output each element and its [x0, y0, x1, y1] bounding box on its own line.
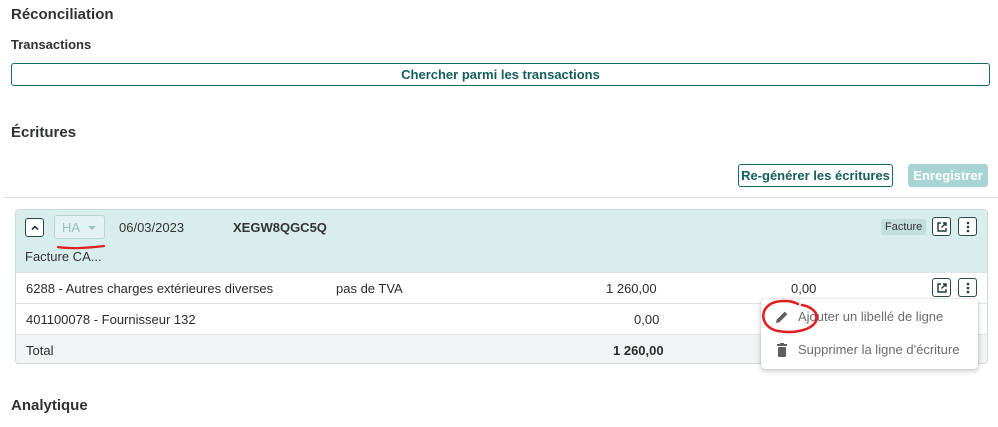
menu-item-delete-line[interactable]: Supprimer la ligne d'écriture — [761, 333, 978, 367]
line-account: 401100078 - Fournisseur 132 — [26, 312, 196, 327]
line-open-button[interactable] — [932, 278, 951, 297]
chevron-up-icon — [30, 224, 39, 230]
page-title: Réconciliation — [11, 6, 114, 23]
entry-label: Facture CA... — [25, 249, 102, 264]
total-debit: 1 260,00 — [613, 343, 664, 358]
entry-reference: XEGW8QGC5Q — [233, 220, 327, 235]
save-button[interactable]: Enregistrer — [908, 164, 988, 187]
external-link-icon — [936, 221, 947, 232]
line-credit: 0,00 — [791, 281, 817, 296]
line-debit: 0,00 — [634, 312, 660, 327]
line-debit: 1 260,00 — [606, 281, 657, 296]
trash-icon — [777, 343, 787, 357]
entry-header: HA 06/03/2023 XEGW8QGC5Q Facture CA... F… — [16, 210, 987, 272]
entry-more-button[interactable] — [958, 217, 977, 236]
line-vat: pas de TVA — [336, 281, 403, 296]
entries-title: Écritures — [11, 124, 77, 141]
line-account: 6288 - Autres charges extérieures divers… — [26, 281, 274, 296]
line-more-button[interactable] — [958, 278, 977, 297]
journal-value: HA — [62, 219, 81, 235]
divider — [4, 197, 998, 198]
collapse-button[interactable] — [25, 218, 44, 237]
total-label: Total — [26, 343, 54, 358]
regenerate-entries-button[interactable]: Re-générer les écritures — [738, 164, 893, 187]
more-vertical-icon — [966, 221, 969, 232]
external-link-icon — [936, 282, 947, 293]
chevron-down-icon — [88, 226, 96, 230]
more-vertical-icon — [966, 282, 969, 293]
red-circle-annotation — [762, 299, 819, 334]
transactions-label: Transactions — [11, 37, 92, 52]
open-external-button[interactable] — [932, 217, 951, 236]
search-transactions-button[interactable]: Chercher parmi les transactions — [11, 63, 990, 86]
journal-select[interactable]: HA — [54, 215, 105, 239]
analytics-title: Analytique — [11, 397, 88, 414]
entry-date: 06/03/2023 — [119, 220, 185, 235]
menu-item-label: Supprimer la ligne d'écriture — [798, 342, 960, 357]
type-badge: Facture — [881, 219, 927, 235]
